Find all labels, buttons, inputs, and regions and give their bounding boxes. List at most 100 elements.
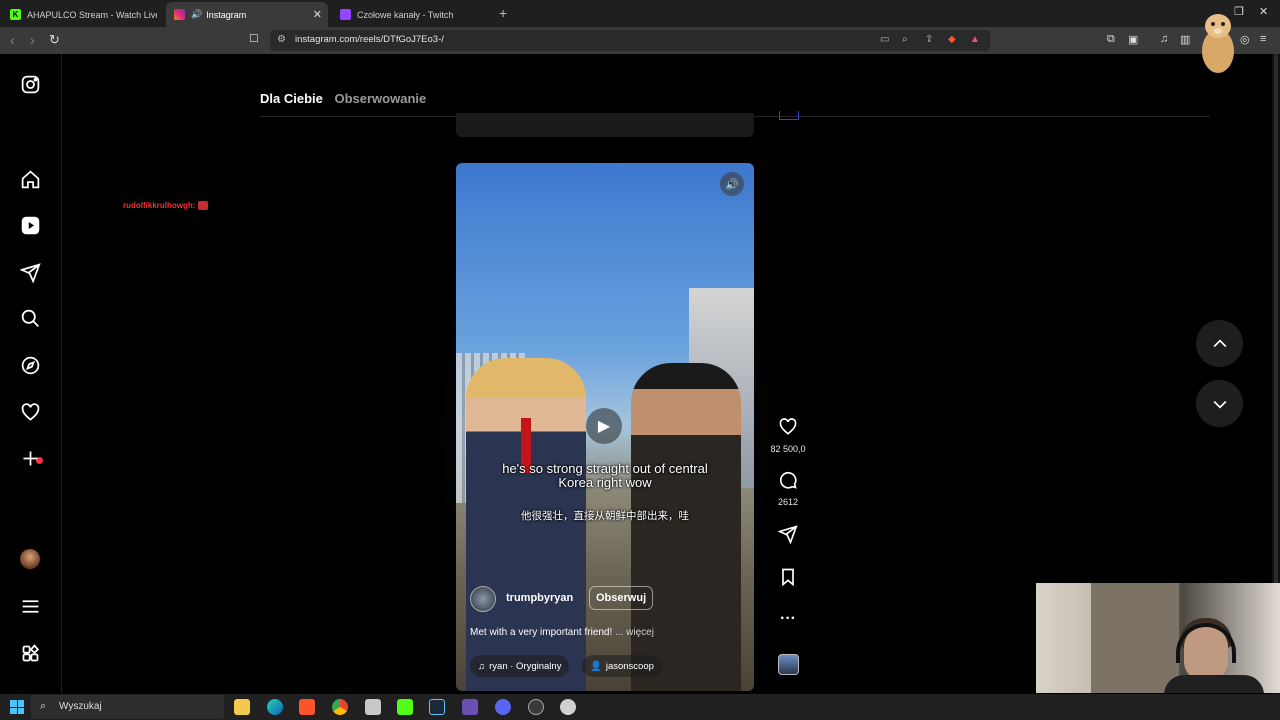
tab-twitch[interactable]: Czołowe kanały - Twitch: [332, 2, 494, 27]
tab-for-you[interactable]: Dla Ciebie: [260, 91, 323, 106]
reel-caption: Met with a very important friend! ... wi…: [470, 627, 654, 638]
tab-title: Czołowe kanały - Twitch: [357, 9, 454, 20]
messages-icon[interactable]: [19, 261, 41, 283]
heart-icon[interactable]: [778, 417, 798, 437]
previous-reel-edge: [456, 113, 754, 137]
collaborator-chip[interactable]: 👤 jasonscoop: [582, 655, 662, 677]
vpn-icon[interactable]: ◎: [1240, 33, 1250, 46]
zoom-icon[interactable]: ⌕: [902, 34, 908, 45]
follow-button[interactable]: Obserwuj: [589, 586, 654, 610]
share-icon[interactable]: [777, 524, 798, 545]
home-icon[interactable]: [19, 168, 41, 190]
obs-icon[interactable]: [528, 699, 544, 715]
instagram-icon: [174, 9, 185, 20]
person-right: [631, 363, 741, 691]
comment-action[interactable]: 2612: [766, 470, 810, 507]
brave-rewards-icon[interactable]: ▲: [970, 34, 980, 45]
close-window-icon[interactable]: ✕: [1259, 5, 1268, 18]
audio-thumbnail[interactable]: [778, 654, 799, 675]
kick-icon: K: [10, 9, 21, 20]
edge-icon[interactable]: [267, 699, 283, 715]
webcam-background: [1091, 583, 1179, 693]
extensions-icon[interactable]: ⧉: [1107, 33, 1115, 46]
taskbar-search[interactable]: ⌕ Wyszukaj: [31, 695, 224, 719]
previous-reel-button[interactable]: [1196, 320, 1243, 367]
kick-app-icon[interactable]: [397, 699, 413, 715]
webcam-body: [1164, 675, 1264, 693]
more-options-icon[interactable]: ···: [766, 610, 810, 628]
app-icon-2[interactable]: [462, 699, 478, 715]
sidebar-toggle-icon[interactable]: ▥: [1180, 33, 1190, 46]
comments-count: 2612: [777, 497, 799, 507]
app-icon[interactable]: [365, 699, 381, 715]
dog-overlay-icon: [1202, 14, 1234, 73]
bookmark-icon[interactable]: ☐: [249, 32, 259, 45]
tab-title: Instagram: [206, 9, 247, 20]
instagram-logo-icon[interactable]: [19, 73, 41, 95]
caption-more-link[interactable]: ... więcej: [615, 627, 654, 638]
brave-icon[interactable]: [299, 699, 315, 715]
steam-icon[interactable]: [429, 699, 445, 715]
owner-username[interactable]: trumpbyryan: [506, 592, 573, 604]
share-action[interactable]: [766, 524, 810, 549]
person-icon: 👤: [590, 660, 602, 672]
reels-icon[interactable]: [19, 214, 41, 236]
windows-taskbar: ⌕ Wyszukaj: [0, 694, 1280, 720]
caption-text: Met with a very important friend!: [470, 627, 613, 638]
explore-icon[interactable]: [19, 354, 41, 376]
notifications-heart-icon[interactable]: [19, 401, 41, 423]
speaker-icon: 🔊: [191, 9, 203, 19]
like-action[interactable]: 82 500,0: [766, 417, 810, 454]
site-info-icon[interactable]: ⚙: [277, 34, 286, 45]
sound-toggle-icon[interactable]: 🔊: [720, 172, 744, 196]
chevron-up-icon: [1213, 338, 1226, 347]
save-action[interactable]: [766, 567, 810, 592]
forward-icon[interactable]: ›: [30, 32, 35, 48]
play-icon[interactable]: ▶: [586, 408, 622, 444]
browser-tab-bar: K AHAPULCO Stream - Watch Live on K 🔊 In…: [0, 0, 1280, 27]
share-icon[interactable]: ⇪: [925, 34, 933, 45]
close-tab-icon[interactable]: ✕: [313, 8, 322, 21]
reel-video[interactable]: 🔊 ▶ he's so strong straight out of centr…: [456, 163, 754, 691]
previous-thumbnail-edge: [779, 111, 799, 120]
brave-shield-icon[interactable]: ◆: [948, 34, 956, 45]
windows-start-icon[interactable]: [10, 700, 24, 714]
wallet-icon[interactable]: ▣: [1128, 33, 1138, 46]
file-explorer-icon[interactable]: [234, 699, 250, 715]
profile-avatar[interactable]: [20, 549, 40, 569]
tab-kick[interactable]: K AHAPULCO Stream - Watch Live on K: [2, 2, 165, 27]
search-icon[interactable]: [19, 307, 41, 329]
tab-following[interactable]: Obserwowanie: [334, 91, 426, 106]
chrome-icon[interactable]: [332, 699, 348, 715]
taskbar-search-label: Wyszukaj: [59, 701, 102, 712]
webcam-overlay: [1036, 583, 1280, 693]
more-menu-icon[interactable]: [19, 595, 41, 617]
tab-title: AHAPULCO Stream - Watch Live on K: [27, 9, 157, 20]
cast-icon[interactable]: ▭: [880, 34, 889, 45]
url-bar[interactable]: ⚙ instagram.com/reels/DTfGoJ7Eo3-/ ▭ ⌕ ⇪…: [270, 30, 990, 51]
subtitle-english: he's so strong straight out of central K…: [502, 461, 708, 490]
comment-icon[interactable]: [778, 470, 798, 490]
person-left: [466, 358, 586, 691]
bookmark-icon[interactable]: [778, 567, 798, 587]
create-plus-icon[interactable]: [19, 447, 41, 469]
likes-count: 82 500,0: [770, 444, 806, 454]
address-toolbar: ‹ › ↻ ☐ ⚙ instagram.com/reels/DTfGoJ7Eo3…: [0, 27, 1280, 54]
twitch-icon: [340, 9, 351, 20]
reels-feed-tabs: Dla Ciebie Obserwowanie: [260, 91, 426, 106]
tab-instagram[interactable]: 🔊 Instagram ✕: [166, 2, 328, 27]
also-from-meta-icon[interactable]: [19, 642, 41, 664]
media-icon[interactable]: ♫: [1160, 33, 1168, 45]
menu-icon[interactable]: ≡: [1260, 33, 1266, 45]
back-icon[interactable]: ‹: [10, 32, 15, 48]
music-note-icon: ♫: [478, 660, 486, 672]
search-icon: ⌕: [40, 700, 47, 712]
discord-icon[interactable]: [495, 699, 511, 715]
emote-icon: [198, 201, 209, 211]
app-icon-3[interactable]: [560, 699, 576, 715]
reload-icon[interactable]: ↻: [49, 32, 60, 48]
next-reel-button[interactable]: [1196, 380, 1243, 427]
new-tab-icon[interactable]: +: [499, 5, 507, 21]
audio-chip[interactable]: ♫ ryan · Oryginalny: [470, 655, 570, 677]
owner-avatar[interactable]: [470, 586, 496, 612]
